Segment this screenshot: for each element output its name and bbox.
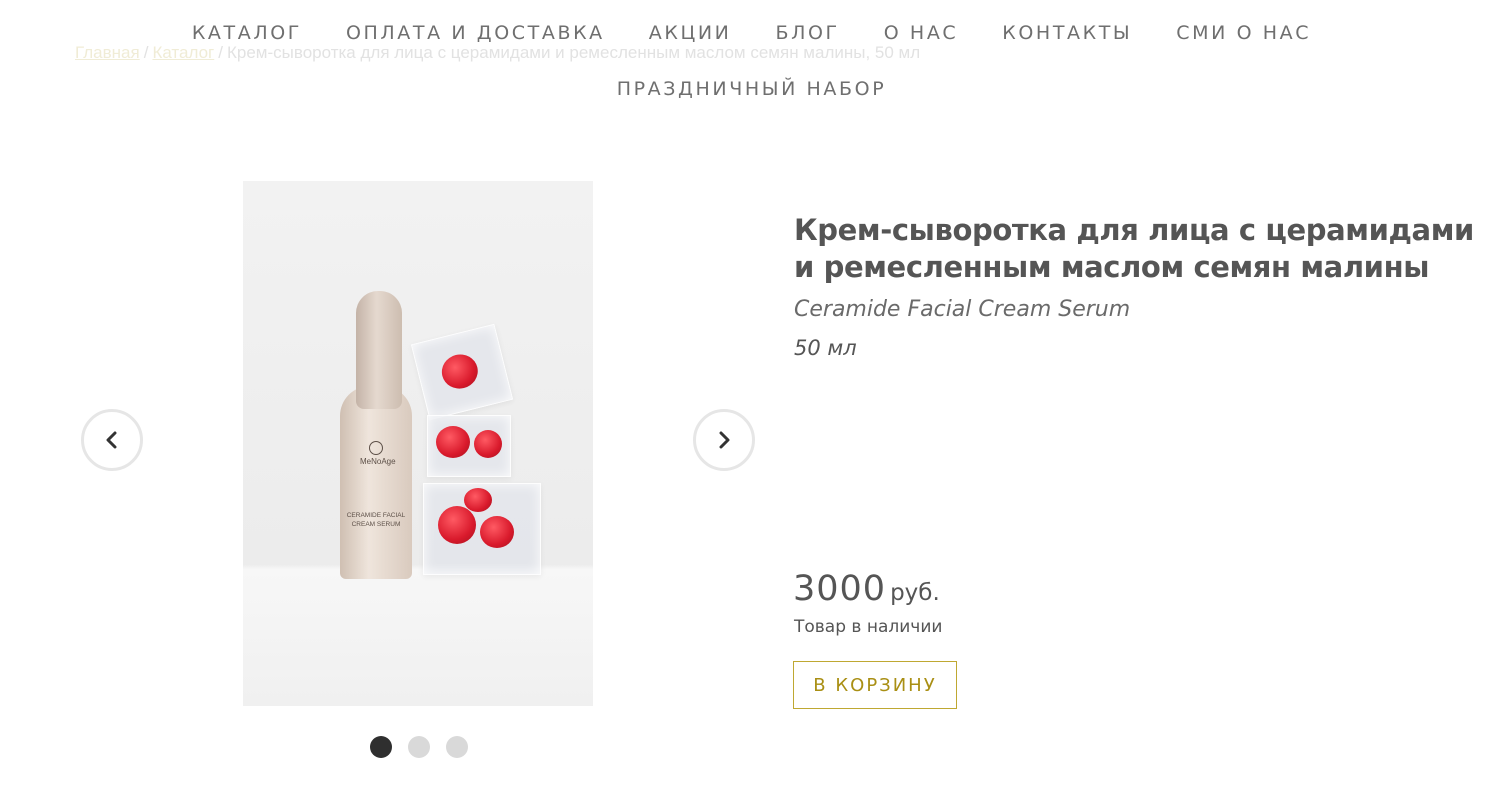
- nav-item-payment-delivery[interactable]: ОПЛАТА И ДОСТАВКА: [346, 18, 605, 48]
- chevron-left-icon: [106, 431, 117, 449]
- nav-item-blog[interactable]: БЛОГ: [775, 18, 839, 48]
- gallery-dots: [370, 736, 468, 758]
- gallery-dot-2[interactable]: [408, 736, 430, 758]
- main-nav: КАТАЛОГ ОПЛАТА И ДОСТАВКА АКЦИИ БЛОГ О Н…: [0, 18, 1503, 104]
- product-subtitle: Ceramide Facial Cream Serum: [794, 297, 1131, 322]
- product-title: Крем-сыворотка для лица с церамидами и р…: [794, 213, 1474, 284]
- nav-item-catalog[interactable]: КАТАЛОГ: [192, 18, 302, 48]
- gallery-dot-1[interactable]: [370, 736, 392, 758]
- serum-bottle: MeNoAge CERAMIDE FACIAL CREAM SERUM: [340, 291, 412, 579]
- bottle-brand: MeNoAge: [360, 457, 396, 466]
- gallery-next-button[interactable]: [693, 409, 755, 471]
- nav-item-about[interactable]: О НАС: [884, 18, 959, 48]
- price-currency: руб.: [890, 580, 940, 606]
- brand-logo: MeNoAge: [360, 441, 396, 466]
- stock-status: Товар в наличии: [794, 617, 943, 637]
- product-image[interactable]: MeNoAge CERAMIDE FACIAL CREAM SERUM: [243, 181, 593, 706]
- nav-item-press[interactable]: СМИ О НАС: [1176, 18, 1311, 48]
- bottle-label: CERAMIDE FACIAL CREAM SERUM: [346, 512, 406, 528]
- gallery-dot-3[interactable]: [446, 736, 468, 758]
- product-volume: 50 мл: [794, 336, 857, 360]
- gallery-prev-button[interactable]: [81, 409, 143, 471]
- add-to-cart-button[interactable]: В КОРЗИНУ: [793, 661, 957, 709]
- chevron-right-icon: [719, 431, 730, 449]
- product-price: 3000 руб.: [793, 569, 940, 609]
- ice-cube: [427, 415, 511, 477]
- nav-item-holiday-set[interactable]: ПРАЗДНИЧНЫЙ НАБОР: [617, 74, 887, 104]
- ice-cube: [423, 483, 541, 575]
- nav-item-promotions[interactable]: АКЦИИ: [649, 18, 732, 48]
- nav-item-contacts[interactable]: КОНТАКТЫ: [1002, 18, 1132, 48]
- price-value: 3000: [793, 569, 887, 609]
- ice-cube: [410, 323, 514, 421]
